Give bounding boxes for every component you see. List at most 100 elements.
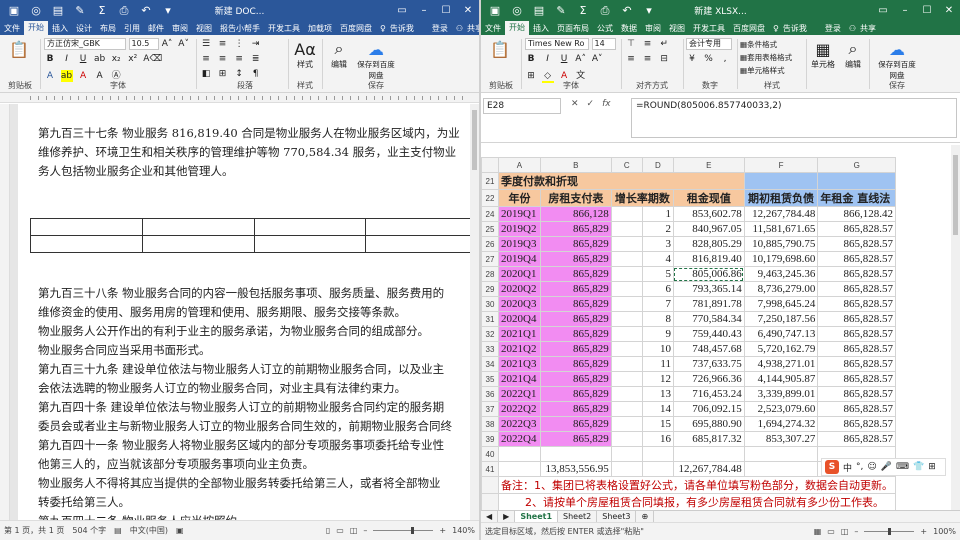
liability-cell[interactable]: 1,694,274.32 bbox=[743, 416, 819, 432]
tab-baidu[interactable]: 百度网盘 bbox=[336, 23, 376, 34]
tools-icon[interactable]: ⊞ bbox=[928, 462, 936, 472]
tab-view[interactable]: 视图 bbox=[665, 23, 689, 34]
cell[interactable] bbox=[498, 461, 541, 477]
print-icon[interactable]: ⎙ bbox=[599, 4, 611, 18]
sigma-icon[interactable]: Σ bbox=[577, 4, 589, 17]
tab-home[interactable]: 开始 bbox=[505, 21, 529, 35]
indent-icon[interactable]: ⇥ bbox=[250, 38, 262, 50]
tell-me-search[interactable]: ♀ 告诉我 bbox=[769, 23, 815, 34]
liability-cell[interactable]: 7,250,187.56 bbox=[743, 311, 819, 327]
note-1[interactable]: 备注：1、集团已将表格设置好公式，请各单位填写粉色部分，数据会自动更新。 bbox=[498, 476, 896, 494]
row-header[interactable]: 32 bbox=[481, 326, 499, 342]
document-area[interactable]: 第九百三十七条 物业服务 816,819.40 合同是物业服务人在物业服务区域内… bbox=[10, 104, 470, 520]
document-page[interactable]: 第九百三十七条 物业服务 816,819.40 合同是物业服务人在物业服务区域内… bbox=[18, 104, 470, 520]
quarter-cell[interactable]: 2019Q4 bbox=[498, 251, 541, 267]
period-cell[interactable]: 14 bbox=[641, 401, 674, 417]
liability-cell[interactable]: 5,720,162.79 bbox=[743, 341, 819, 357]
undo-icon[interactable]: ↶ bbox=[621, 4, 633, 17]
header-cell[interactable]: 房租支付表 bbox=[539, 189, 612, 207]
liability-cell[interactable]: 2,523,079.60 bbox=[743, 401, 819, 417]
col-header[interactable]: G bbox=[817, 157, 896, 173]
payment-cell[interactable]: 865,829 bbox=[539, 386, 612, 402]
customize-icon[interactable]: ▾ bbox=[643, 4, 655, 17]
add-sheet-icon[interactable]: ⊕ bbox=[636, 510, 655, 523]
cancel-icon[interactable]: ✕ bbox=[571, 99, 579, 109]
print-icon[interactable]: ⎙ bbox=[118, 4, 130, 18]
zoom-slider[interactable] bbox=[864, 528, 915, 535]
cell[interactable] bbox=[610, 431, 643, 447]
straight-line-cell[interactable]: 866,128.42 bbox=[817, 206, 896, 222]
payment-cell[interactable]: 865,829 bbox=[539, 236, 612, 252]
percent-icon[interactable]: % bbox=[703, 53, 715, 65]
straight-line-cell[interactable]: 865,828.57 bbox=[817, 281, 896, 297]
row-header[interactable]: 29 bbox=[481, 281, 499, 297]
period-cell[interactable]: 13 bbox=[641, 386, 674, 402]
tab-developer[interactable]: 开发工具 bbox=[689, 23, 729, 34]
quarter-cell[interactable]: 2021Q3 bbox=[498, 356, 541, 372]
header-cell[interactable]: 租金现值 bbox=[672, 189, 745, 207]
row-header[interactable]: 37 bbox=[481, 401, 499, 417]
quarter-cell[interactable]: 2021Q2 bbox=[498, 341, 541, 357]
punctuation-icon[interactable]: °, bbox=[856, 462, 863, 472]
italic-icon[interactable]: I bbox=[61, 53, 73, 65]
payment-cell[interactable]: 865,829 bbox=[539, 341, 612, 357]
cell[interactable] bbox=[610, 296, 643, 312]
straight-line-cell[interactable]: 865,828.57 bbox=[817, 356, 896, 372]
row-header[interactable]: 26 bbox=[481, 236, 499, 252]
payment-cell[interactable]: 865,829 bbox=[539, 311, 612, 327]
minimize-icon[interactable]: – bbox=[894, 0, 916, 21]
period-cell[interactable]: 15 bbox=[641, 416, 674, 432]
straight-line-cell[interactable]: 865,828.57 bbox=[817, 221, 896, 237]
straight-line-cell[interactable]: 865,828.57 bbox=[817, 386, 896, 402]
bold-icon[interactable]: B bbox=[525, 53, 537, 65]
conditional-format-button[interactable]: ▦条件格式 bbox=[740, 38, 804, 51]
row-header[interactable]: 36 bbox=[481, 386, 499, 402]
present-value-cell[interactable]: 759,440.43 bbox=[672, 326, 745, 342]
sogou-icon[interactable]: S bbox=[825, 460, 839, 474]
present-value-cell[interactable]: 828,805.29 bbox=[672, 236, 745, 252]
period-cell[interactable]: 6 bbox=[641, 281, 674, 297]
col-header[interactable]: B bbox=[539, 157, 612, 173]
period-cell[interactable]: 8 bbox=[641, 311, 674, 327]
quarter-cell[interactable]: 2020Q3 bbox=[498, 296, 541, 312]
sort-icon[interactable]: ↕ bbox=[233, 68, 245, 80]
liability-cell[interactable]: 853,307.27 bbox=[743, 431, 819, 447]
straight-line-cell[interactable]: 865,828.57 bbox=[817, 311, 896, 327]
zoom-level[interactable]: 100% bbox=[933, 527, 956, 536]
present-value-cell[interactable]: 805,006.86 bbox=[672, 266, 745, 282]
payment-cell[interactable]: 865,829 bbox=[539, 251, 612, 267]
clear-format-icon[interactable]: A⌫ bbox=[143, 53, 162, 65]
present-value-cell[interactable]: 853,602.78 bbox=[672, 206, 745, 222]
present-value-cell[interactable]: 770,584.34 bbox=[672, 311, 745, 327]
sigma-icon[interactable]: Σ bbox=[96, 4, 108, 17]
present-value-cell[interactable]: 695,880.90 bbox=[672, 416, 745, 432]
tab-report-helper[interactable]: 报告小帮手 bbox=[216, 23, 264, 34]
subscript-icon[interactable]: x₂ bbox=[110, 53, 122, 65]
zoom-in-icon[interactable]: + bbox=[920, 527, 927, 536]
period-cell[interactable]: 9 bbox=[641, 326, 674, 342]
col-header[interactable]: F bbox=[743, 157, 819, 173]
row-header[interactable]: 33 bbox=[481, 341, 499, 357]
cell[interactable] bbox=[539, 446, 612, 462]
web-layout-icon[interactable]: ◫ bbox=[350, 526, 358, 535]
zoom-slider[interactable] bbox=[373, 527, 434, 534]
font-name-select[interactable]: Times New Ro bbox=[525, 38, 589, 50]
payment-cell[interactable]: 865,829 bbox=[539, 326, 612, 342]
quarter-cell[interactable]: 2022Q4 bbox=[498, 431, 541, 447]
cell[interactable] bbox=[610, 221, 643, 237]
underline-icon[interactable]: U bbox=[558, 53, 570, 65]
tab-baidu[interactable]: 百度网盘 bbox=[729, 23, 769, 34]
styles-button[interactable]: Aα 样式 bbox=[290, 39, 320, 70]
cell[interactable] bbox=[610, 281, 643, 297]
font-size-select[interactable]: 10.5 bbox=[128, 38, 159, 50]
excel-vertical-scrollbar[interactable] bbox=[951, 145, 960, 510]
cell[interactable] bbox=[610, 251, 643, 267]
period-cell[interactable]: 3 bbox=[641, 236, 674, 252]
tab-layout[interactable]: 布局 bbox=[96, 23, 120, 34]
tab-view[interactable]: 视图 bbox=[192, 23, 216, 34]
tab-file[interactable]: 文件 bbox=[0, 23, 24, 34]
show-marks-icon[interactable]: ¶ bbox=[250, 68, 262, 80]
cell[interactable] bbox=[610, 416, 643, 432]
quarter-cell[interactable]: 2020Q4 bbox=[498, 311, 541, 327]
borders-icon[interactable]: ⊞ bbox=[217, 68, 229, 80]
